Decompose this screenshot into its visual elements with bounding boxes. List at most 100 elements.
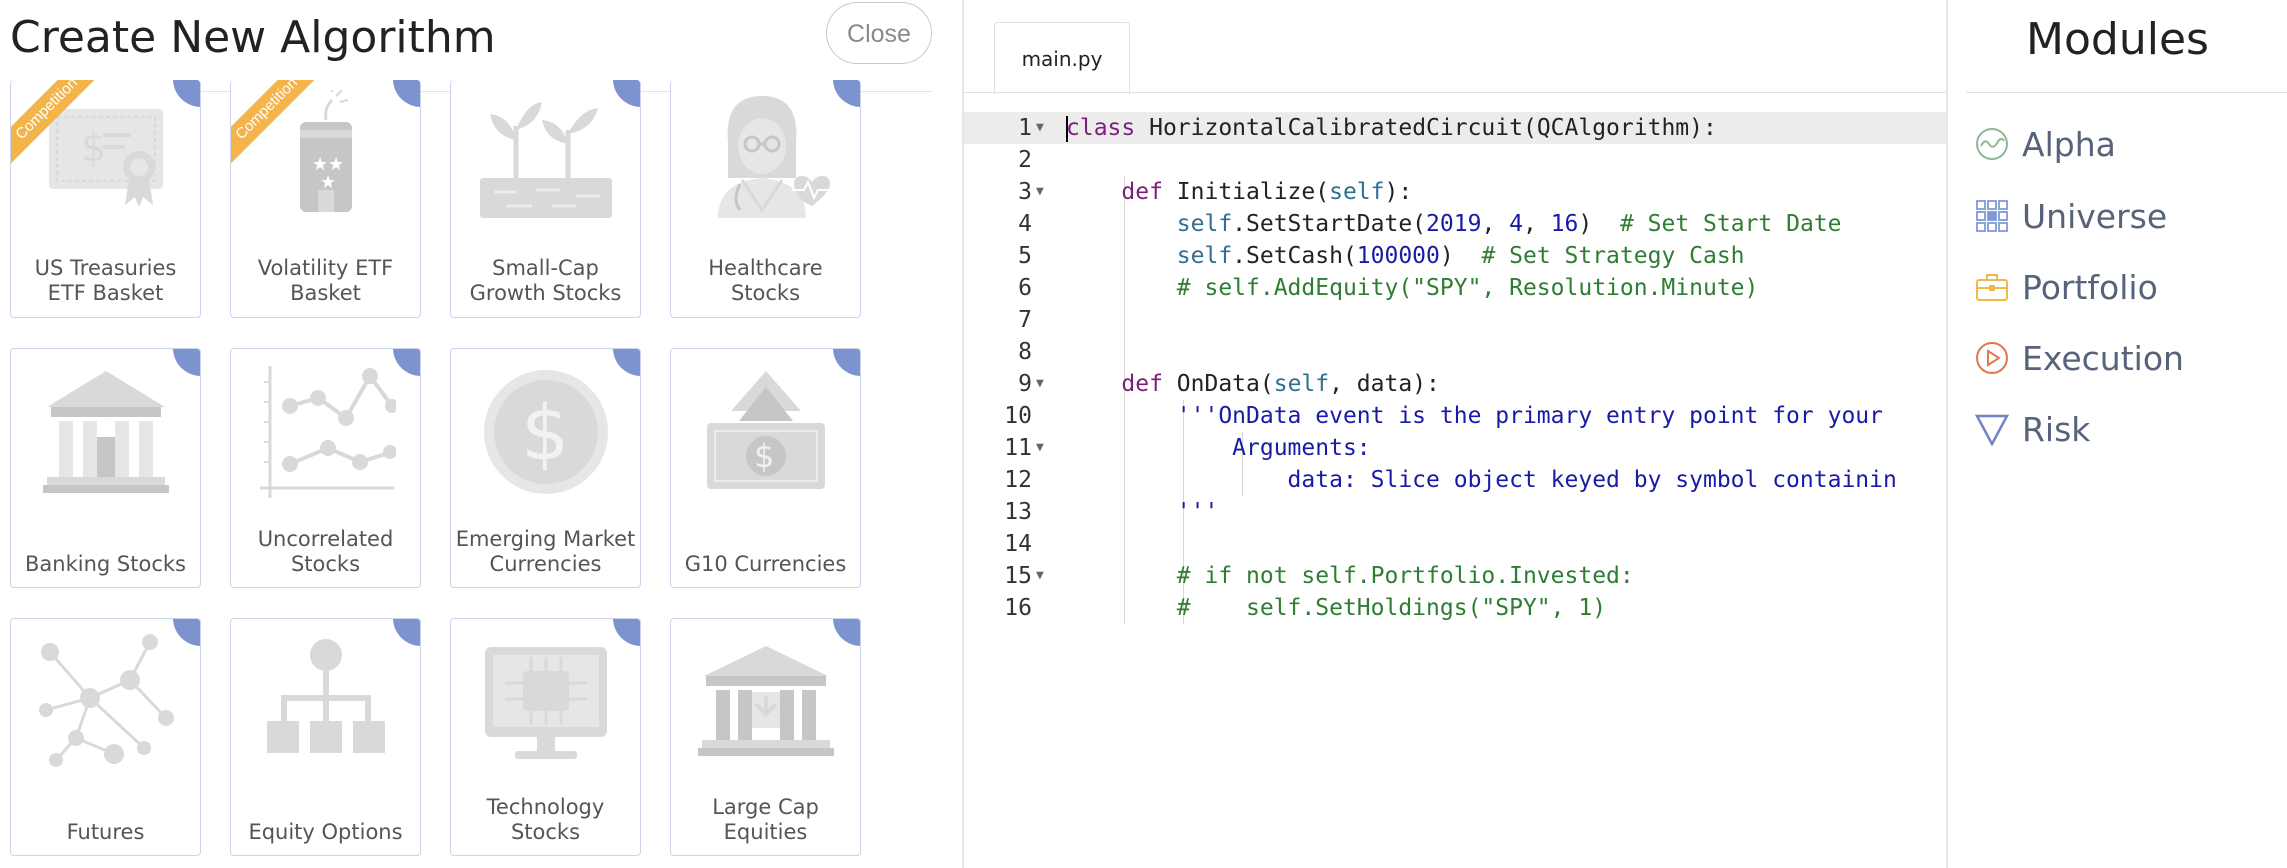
- code-line[interactable]: 6 # self.AddEquity("SPY", Resolution.Min…: [964, 272, 1946, 304]
- template-card-banking-stocks[interactable]: Banking Stocks: [10, 348, 201, 588]
- template-card-label-line: Banking Stocks: [25, 552, 186, 576]
- modules-panel: Modules Alpha Universe Portfolio Execution R…: [1948, 0, 2287, 868]
- template-card-label: Healthcare Stocks: [675, 256, 856, 306]
- template-card-label: US Treasuries ETF Basket: [15, 256, 196, 306]
- code-line[interactable]: 10 '''OnData event is the primary entry …: [964, 400, 1946, 432]
- module-label: Portfolio: [2022, 267, 2158, 307]
- template-card-label-line: Basket: [290, 281, 361, 305]
- template-card-label-line: US Treasuries: [34, 256, 177, 280]
- module-universe[interactable]: Universe: [1974, 192, 2167, 240]
- line-number: 7: [1018, 307, 1032, 333]
- code-line[interactable]: 15 ▼ # if not self.Portfolio.Invested:: [964, 560, 1946, 592]
- tab-main-py[interactable]: main.py: [994, 22, 1130, 94]
- code-text: ''': [1066, 499, 1219, 525]
- template-card-label: Volatility ETF Basket: [235, 256, 416, 306]
- line-number: 12: [1004, 467, 1032, 493]
- template-card-label-line: Growth Stocks: [469, 281, 622, 305]
- code-line[interactable]: 5 self.SetCash(100000) # Set Strategy Ca…: [964, 240, 1946, 272]
- template-card-technology-stocks[interactable]: Technology Stocks: [450, 618, 641, 856]
- module-risk[interactable]: Risk: [1974, 405, 2090, 453]
- code-line[interactable]: 16 # self.SetHoldings("SPY", 1): [964, 592, 1946, 624]
- line-number: 14: [1004, 531, 1032, 557]
- module-label: Alpha: [2022, 124, 2116, 164]
- template-card-small-cap-growth-stocks[interactable]: Small-Cap Growth Stocks: [450, 80, 641, 318]
- fold-arrow-icon[interactable]: ▼: [1036, 368, 1050, 400]
- bank-building-icon: [11, 357, 200, 507]
- code-line[interactable]: 8: [964, 336, 1946, 368]
- code-editor: main.py 1 ▼ class HorizontalCalibratedCirc…: [964, 0, 1946, 868]
- template-card-label-line: Futures: [66, 820, 145, 844]
- template-card-healthcare-stocks[interactable]: Healthcare Stocks: [670, 80, 861, 318]
- template-card-label-line: Technology: [486, 795, 605, 819]
- sprout-icon: [451, 80, 640, 230]
- code-text: # self.AddEquity("SPY", Resolution.Minut…: [1176, 275, 1759, 301]
- close-button[interactable]: Close: [826, 2, 932, 64]
- template-card-label: Uncorrelated Stocks: [235, 527, 416, 577]
- create-algorithm-panel: Create New Algorithm Close $ US Treasurie…: [0, 0, 962, 868]
- line-number: 4: [1018, 211, 1032, 237]
- template-card-label: Small-Cap Growth Stocks: [455, 256, 636, 306]
- code-line[interactable]: 14: [964, 528, 1946, 560]
- template-card-volatility-etf-basket[interactable]: ★ ★ ★ Volatility ETF Basket Competition: [230, 80, 421, 318]
- template-card-label-line: Small-Cap: [492, 256, 599, 280]
- template-card-label: Futures: [15, 820, 196, 845]
- fold-arrow-icon[interactable]: ▼: [1036, 560, 1050, 592]
- play-circle-icon: [1974, 340, 2010, 376]
- code-text: # self.SetHoldings("SPY", 1): [1176, 595, 1607, 621]
- template-card-futures[interactable]: Futures: [10, 618, 201, 856]
- line-number: 15: [1004, 563, 1032, 589]
- template-card-label: Technology Stocks: [455, 795, 636, 845]
- template-card-label-line: Equity Options: [248, 820, 403, 844]
- line-number: 8: [1018, 339, 1032, 365]
- code-line[interactable]: 2: [964, 144, 1946, 176]
- module-label: Universe: [2022, 196, 2168, 236]
- template-card-uncorrelated-stocks[interactable]: Uncorrelated Stocks: [230, 348, 421, 588]
- template-card-label: G10 Currencies: [675, 552, 856, 577]
- code-line[interactable]: 9 ▼ def OnData(self, data):: [964, 368, 1946, 400]
- template-card-label-line: Stocks: [290, 552, 361, 576]
- template-card-large-cap-equities[interactable]: Large Cap Equities: [670, 618, 861, 856]
- code-line[interactable]: 13 ''': [964, 496, 1946, 528]
- doctor-icon: [671, 80, 860, 230]
- dialog-title: Create New Algorithm: [10, 12, 496, 63]
- dollar-coin-icon: $: [451, 357, 640, 507]
- template-card-label: Emerging Market Currencies: [455, 527, 636, 577]
- fold-arrow-icon[interactable]: ▼: [1036, 432, 1050, 464]
- template-card-g10-currencies[interactable]: $ G10 Currencies: [670, 348, 861, 588]
- template-card-label-line: Large Cap: [712, 795, 819, 819]
- code-line[interactable]: 11 ▼ Arguments:: [964, 432, 1946, 464]
- svg-text:★: ★: [320, 172, 336, 193]
- code-area[interactable]: 1 ▼ class HorizontalCalibratedCircuit(QCAl…: [964, 112, 1946, 624]
- template-card-label: Banking Stocks: [15, 552, 196, 577]
- module-portfolio[interactable]: Portfolio: [1974, 263, 2158, 311]
- line-number: 9: [1018, 371, 1032, 397]
- template-card-label-line: Healthcare: [708, 256, 823, 280]
- template-card-equity-options[interactable]: Equity Options: [230, 618, 421, 856]
- code-text: self.SetStartDate(2019, 4, 16) # Set Sta…: [1176, 211, 1842, 237]
- fold-arrow-icon[interactable]: ▼: [1036, 112, 1050, 144]
- code-text: class HorizontalCalibratedCircuit(QCAlgo…: [1066, 115, 1717, 142]
- tab-divider: [964, 92, 1946, 93]
- module-execution[interactable]: Execution: [1974, 334, 2184, 382]
- module-label: Execution: [2022, 338, 2184, 378]
- code-line[interactable]: 4 self.SetStartDate(2019, 4, 16) # Set S…: [964, 208, 1946, 240]
- template-card-label-line: Uncorrelated: [257, 527, 394, 551]
- code-line[interactable]: 12 data: Slice object keyed by symbol co…: [964, 464, 1946, 496]
- module-alpha[interactable]: Alpha: [1974, 120, 2116, 168]
- code-text: # if not self.Portfolio.Invested:: [1176, 563, 1634, 589]
- template-card-label-line: Emerging Market: [455, 527, 636, 551]
- template-card-us-treasuries-etf-basket[interactable]: $ US Treasuries ETF Basket Competition: [10, 80, 201, 318]
- modules-title: Modules: [2026, 14, 2209, 65]
- alpha-wave-icon: [1974, 126, 2010, 162]
- line-chart-icon: [231, 357, 420, 507]
- template-card-label-line: G10 Currencies: [684, 552, 847, 576]
- template-card-label-line: Stocks: [730, 281, 801, 305]
- code-line[interactable]: 1 ▼ class HorizontalCalibratedCircuit(QCAl…: [964, 112, 1946, 144]
- template-card-emerging-market-currencies[interactable]: $ Emerging Market Currencies: [450, 348, 641, 588]
- code-line[interactable]: 3 ▼ def Initialize(self):: [964, 176, 1946, 208]
- universe-grid-icon: [1974, 198, 2010, 234]
- line-number: 10: [1004, 403, 1032, 429]
- fold-arrow-icon[interactable]: ▼: [1036, 176, 1050, 208]
- hierarchy-icon: [231, 627, 420, 777]
- code-line[interactable]: 7: [964, 304, 1946, 336]
